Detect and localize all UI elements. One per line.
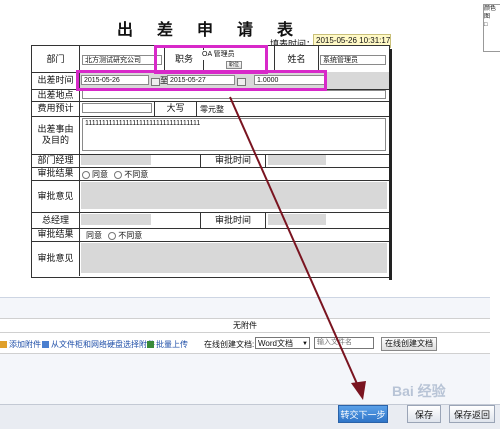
annotation-arrow <box>229 96 366 400</box>
arrow-shaft <box>229 96 359 387</box>
arrow-head <box>351 381 366 400</box>
